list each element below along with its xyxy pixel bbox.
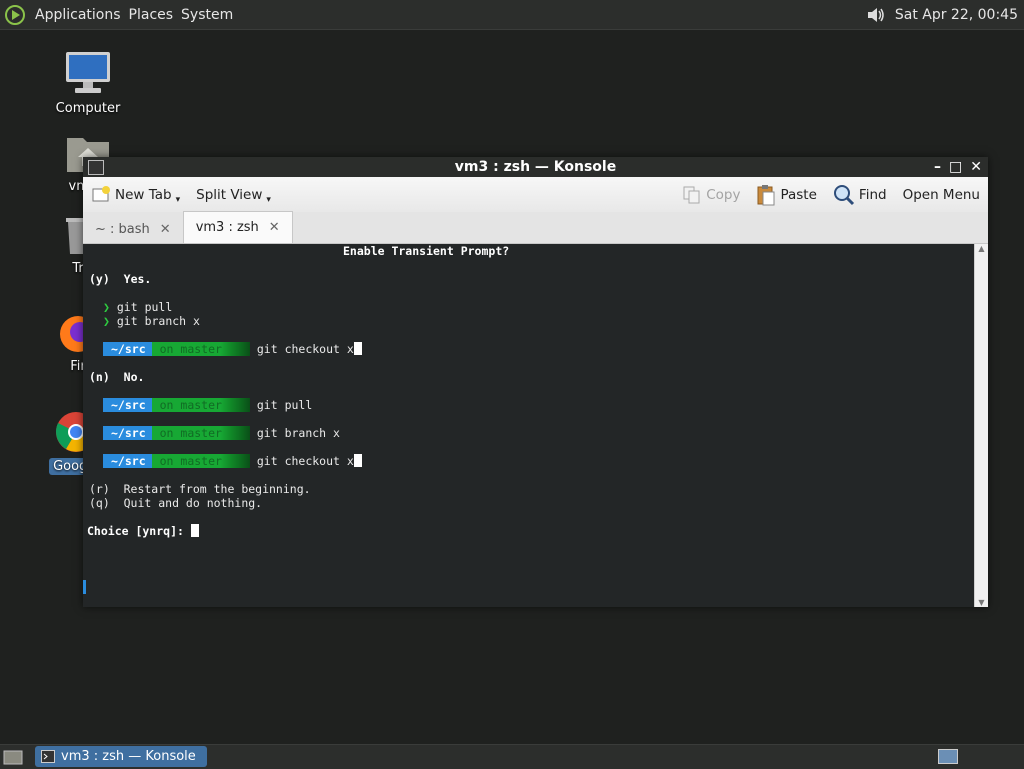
option-y: (y) Yes.	[89, 272, 151, 286]
command-text: git checkout x	[256, 454, 354, 468]
chevron-right-icon: ❯	[103, 314, 110, 328]
toolbar: New Tab ▾ Split View ▾ Copy Paste Find O…	[83, 177, 988, 212]
top-panel: Applications Places System Sat Apr 22, 0…	[0, 0, 1024, 30]
prompt-heading: Enable Transient Prompt?	[343, 244, 510, 258]
option-q: (q) Quit and do nothing.	[89, 496, 263, 510]
paste-label: Paste	[780, 186, 817, 203]
option-text: Yes.	[123, 272, 152, 286]
open-menu-button[interactable]: Open Menu	[895, 180, 988, 210]
prompt-line-4: ~/src on master git checkout x	[103, 454, 362, 468]
paste-icon	[757, 184, 775, 205]
maximize-icon[interactable]: □	[949, 157, 962, 177]
option-n: (n) No.	[89, 370, 144, 384]
taskbar-item-konsole[interactable]: vm3 : zsh — Konsole	[35, 746, 207, 767]
find-button[interactable]: Find	[825, 180, 895, 210]
prompt-dir-segment: ~/src	[103, 398, 152, 412]
paste-button[interactable]: Paste	[748, 180, 824, 210]
tab-label: ~ : bash	[95, 221, 150, 237]
prompt-line-3: ~/src on master git branch x	[103, 426, 340, 440]
tab-bash[interactable]: ~ : bash ✕	[83, 215, 183, 243]
show-desktop-icon[interactable]	[3, 748, 23, 766]
tab-zsh[interactable]: vm3 : zsh ✕	[182, 211, 293, 243]
chevron-down-icon: ▾	[266, 194, 271, 205]
option-key: (y)	[89, 272, 110, 286]
close-tab-icon[interactable]: ✕	[160, 222, 171, 237]
scroll-up-icon[interactable]: ▲	[975, 244, 988, 253]
prompt-branch-segment: on master	[151, 342, 250, 356]
terminal-scrollbar[interactable]: ▲ ▼	[974, 244, 988, 607]
open-menu-label: Open Menu	[902, 186, 980, 203]
prompt-branch-segment: on master	[151, 426, 250, 440]
transient-line-branch: ❯ git branch x	[103, 314, 200, 328]
split-view-button[interactable]: Split View ▾	[188, 180, 279, 210]
option-text: No.	[123, 370, 145, 384]
option-key: (n)	[89, 370, 110, 384]
prompt-branch-segment: on master	[151, 398, 250, 412]
desktop-icon-label: Computer	[55, 101, 121, 116]
copy-label: Copy	[706, 186, 741, 203]
close-icon[interactable]: ✕	[970, 157, 982, 177]
terminal-icon	[41, 750, 55, 763]
copy-icon	[683, 186, 700, 203]
text-cursor	[353, 342, 362, 355]
close-tab-icon[interactable]: ✕	[269, 220, 280, 235]
konsole-window: vm3 : zsh — Konsole – □ ✕ New Tab ▾ Spli…	[83, 157, 988, 607]
desktop-icon-computer[interactable]: Computer	[38, 50, 138, 117]
command-text: git branch x	[116, 314, 200, 328]
new-tab-button[interactable]: New Tab ▾	[83, 180, 188, 210]
title-bar[interactable]: vm3 : zsh — Konsole – □ ✕	[83, 157, 988, 177]
chevron-down-icon: ▾	[175, 194, 181, 205]
menu-applications[interactable]: Applications	[31, 7, 125, 23]
split-view-label: Split View	[196, 186, 263, 203]
volume-icon[interactable]	[865, 5, 887, 25]
prompt-dir-segment: ~/src	[103, 454, 152, 468]
new-tab-label: New Tab	[115, 186, 172, 203]
command-text: git pull	[256, 398, 313, 412]
minimize-icon[interactable]: –	[934, 157, 941, 177]
scroll-marker	[83, 580, 86, 594]
prompt-line-1: ~/src on master git checkout x	[103, 342, 362, 356]
scroll-down-icon[interactable]: ▼	[975, 598, 988, 607]
prompt-dir-segment: ~/src	[103, 342, 152, 356]
terminal-view[interactable]: Enable Transient Prompt? (y) Yes. ❯ git …	[83, 244, 975, 607]
copy-button[interactable]: Copy	[674, 180, 748, 210]
command-text: git branch x	[256, 426, 340, 440]
text-cursor	[190, 524, 199, 537]
command-text: git checkout x	[256, 342, 354, 356]
menu-system[interactable]: System	[177, 7, 237, 23]
computer-icon	[66, 52, 110, 93]
new-tab-icon	[92, 185, 110, 201]
taskbar-item-label: vm3 : zsh — Konsole	[61, 749, 196, 764]
command-text: git pull	[116, 300, 173, 314]
menu-places[interactable]: Places	[125, 7, 178, 23]
bottom-panel: vm3 : zsh — Konsole	[0, 744, 1024, 769]
prompt-branch-segment: on master	[151, 454, 250, 468]
tab-bar: ~ : bash ✕ vm3 : zsh ✕	[83, 211, 988, 244]
search-icon	[833, 184, 854, 205]
tab-label: vm3 : zsh	[195, 220, 259, 235]
distro-logo-icon[interactable]	[4, 4, 26, 26]
clock[interactable]: Sat Apr 22, 00:45	[895, 7, 1018, 23]
choice-prompt: Choice [ynrq]:	[87, 524, 184, 538]
prompt-line-2: ~/src on master git pull	[103, 398, 312, 412]
choice-line: Choice [ynrq]:	[87, 524, 199, 538]
text-cursor	[353, 454, 362, 467]
chevron-right-icon: ❯	[103, 300, 110, 314]
find-label: Find	[858, 186, 887, 203]
window-title: vm3 : zsh — Konsole	[454, 159, 617, 175]
workspace-switcher-icon[interactable]	[938, 749, 958, 764]
prompt-dir-segment: ~/src	[103, 426, 152, 440]
option-r: (r) Restart from the beginning.	[89, 482, 311, 496]
transient-line-pull: ❯ git pull	[103, 300, 172, 314]
